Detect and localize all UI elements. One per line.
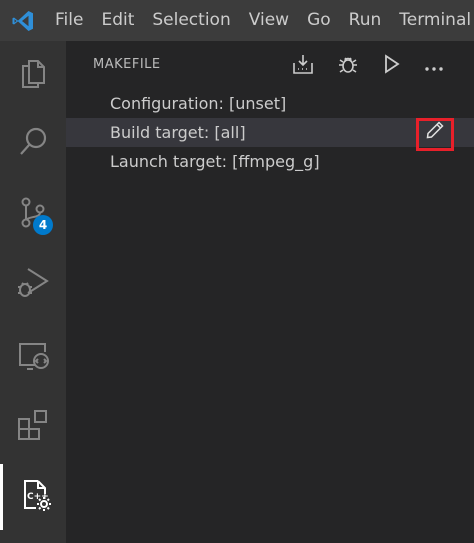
tree-item-configuration[interactable]: Configuration: [unset] xyxy=(66,89,474,118)
menu-view[interactable]: View xyxy=(240,0,298,41)
menu-go[interactable]: Go xyxy=(298,0,340,41)
more-actions-button[interactable] xyxy=(421,53,447,79)
search-button[interactable] xyxy=(0,111,66,177)
debug-button[interactable] xyxy=(335,53,361,79)
run-debug-icon xyxy=(15,264,51,304)
search-icon xyxy=(16,125,50,163)
panel-title: MAKEFILE xyxy=(93,57,161,72)
more-icon xyxy=(424,57,444,76)
source-control-badge: 4 xyxy=(33,215,53,235)
makefile-sidebar: MAKEFILE Configuration: [unset] Build ta… xyxy=(66,41,474,543)
remote-explorer-icon xyxy=(15,337,51,377)
menu-terminal[interactable]: Terminal xyxy=(390,0,474,41)
menu-bar: File Edit Selection View Go Run Terminal xyxy=(0,0,474,41)
menu-run[interactable]: Run xyxy=(340,0,391,41)
edit-icon xyxy=(425,120,445,149)
build-icon xyxy=(292,53,314,79)
extensions-button[interactable] xyxy=(0,394,66,460)
explorer-button[interactable] xyxy=(0,41,66,107)
run-button[interactable] xyxy=(378,53,404,79)
vscode-logo-icon xyxy=(0,0,46,41)
debug-icon xyxy=(337,53,359,79)
run-icon xyxy=(381,54,401,78)
menu-selection[interactable]: Selection xyxy=(143,0,239,41)
menu-file[interactable]: File xyxy=(46,0,92,41)
run-debug-button[interactable] xyxy=(0,251,66,317)
menu-edit[interactable]: Edit xyxy=(92,0,143,41)
tree-item-build-target[interactable]: Build target: [all] xyxy=(66,118,474,151)
tree-item-label: Launch target: [ffmpeg_g] xyxy=(110,152,320,171)
extensions-icon xyxy=(15,407,51,447)
cpp-makefile-tools-icon: C++ xyxy=(17,477,53,517)
makefile-tools-button[interactable]: C++ xyxy=(0,464,66,530)
activity-bar: 4 C++ xyxy=(0,41,66,543)
panel-header: MAKEFILE xyxy=(66,41,474,89)
tree-item-label: Configuration: [unset] xyxy=(110,94,287,113)
tree-item-launch-target[interactable]: Launch target: [ffmpeg_g] xyxy=(66,147,474,176)
files-icon xyxy=(16,55,50,93)
source-control-button[interactable]: 4 xyxy=(0,181,66,247)
build-button[interactable] xyxy=(290,53,316,79)
tree-item-label: Build target: [all] xyxy=(110,123,246,142)
remote-explorer-button[interactable] xyxy=(0,324,66,390)
